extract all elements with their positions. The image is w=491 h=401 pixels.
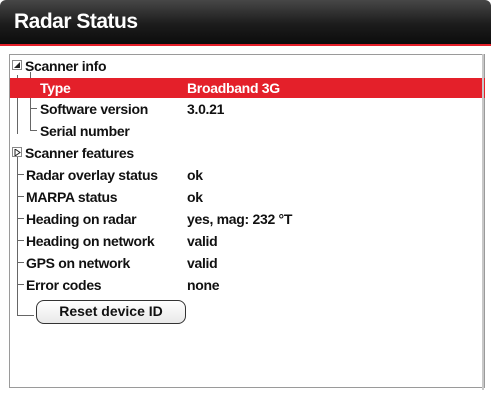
tree-node-label: Scanner features — [25, 145, 134, 161]
tree-item-gps-on-network[interactable]: GPS on network valid — [10, 253, 485, 273]
tree-node-scanner-features[interactable]: Scanner features — [10, 143, 485, 163]
expand-icon[interactable] — [12, 147, 22, 157]
item-label: Type — [40, 80, 71, 96]
collapse-icon[interactable] — [12, 60, 22, 70]
item-value: Broadband 3G — [187, 80, 280, 96]
tree-item-marpa-status[interactable]: MARPA status ok — [10, 187, 485, 207]
item-value: ok — [187, 189, 203, 205]
item-value: 3.0.21 — [187, 101, 225, 117]
item-label: Radar overlay status — [26, 167, 158, 183]
item-label: GPS on network — [26, 255, 130, 271]
tree-item-heading-on-network[interactable]: Heading on network valid — [10, 231, 485, 251]
tree-item-heading-on-radar[interactable]: Heading on radar yes, mag: 232 °T — [10, 209, 485, 229]
item-value: valid — [187, 233, 218, 249]
item-label: Serial number — [40, 123, 130, 139]
tree-line — [17, 315, 34, 316]
title-bar: Radar Status — [0, 0, 491, 44]
item-label: Error codes — [26, 277, 102, 293]
tree-item-error-codes[interactable]: Error codes none — [10, 275, 485, 295]
item-value: ok — [187, 167, 203, 183]
item-value: valid — [187, 255, 218, 271]
title-accent-line — [0, 44, 491, 46]
item-label: Heading on radar — [26, 211, 137, 227]
item-value: none — [187, 277, 220, 293]
tree-item-serial-number[interactable]: Serial number — [10, 121, 485, 141]
item-label: MARPA status — [26, 189, 118, 205]
reset-device-id-button[interactable]: Reset device ID — [36, 300, 186, 324]
item-label: Heading on network — [26, 233, 155, 249]
item-label: Software version — [40, 101, 149, 117]
tree-node-label: Scanner info — [25, 58, 107, 74]
status-tree-panel: Scanner info Type Broadband 3G Software … — [9, 54, 485, 388]
tree-node-scanner-info[interactable]: Scanner info — [10, 56, 485, 76]
tree-item-type[interactable]: Type Broadband 3G — [10, 78, 485, 98]
window-title: Radar Status — [14, 10, 138, 33]
tree-item-software-version[interactable]: Software version 3.0.21 — [10, 99, 485, 119]
item-value: yes, mag: 232 °T — [187, 211, 293, 227]
panel-scroll-edge — [482, 54, 484, 390]
tree-item-radar-overlay-status[interactable]: Radar overlay status ok — [10, 165, 485, 185]
